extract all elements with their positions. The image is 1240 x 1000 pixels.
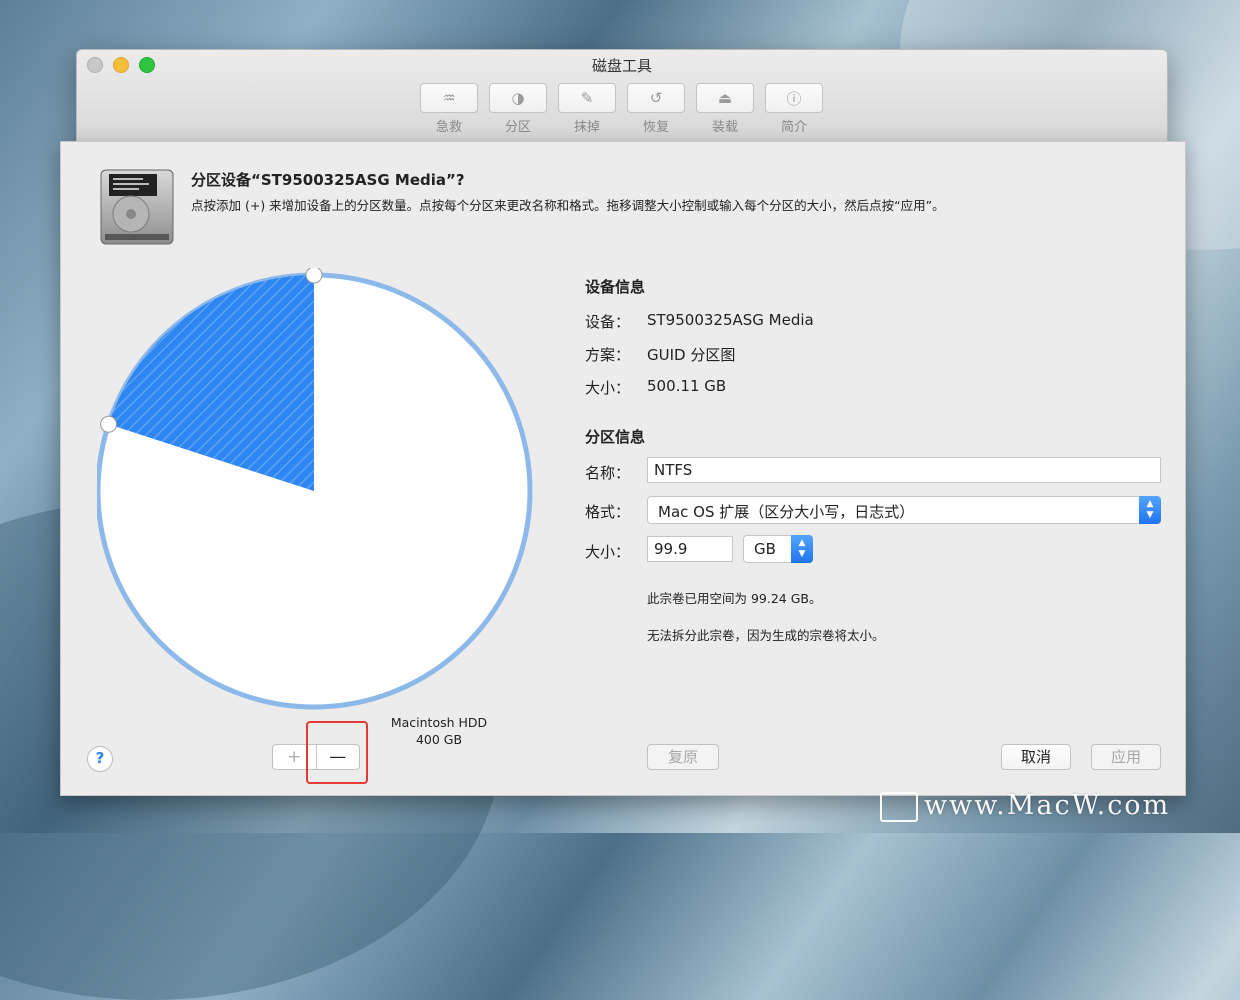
ntfs-name: NTFS [253,485,285,500]
stethoscope-icon[interactable]: ♒ [420,83,478,113]
macintosh-slice-label: Macintosh HDD 400 GB [379,714,499,748]
toolbar-label: 抹掉 [573,120,600,135]
remove-button-highlight [306,721,368,784]
macintosh-size: 400 GB [415,732,463,747]
format-select[interactable]: Mac OS 扩展（区分大小写，日志式） ▲ ▼ [647,496,1161,524]
partition-info-title: 分区信息 [585,428,646,446]
watermark-text: www.MacW.com [924,790,1171,821]
used-space-note: 此宗卷已用空间为 99.24 GB。 [647,591,822,606]
unit-value: GB [754,540,776,558]
format-row: 格式： [585,501,647,522]
device-info-title: 设备信息 [585,278,646,296]
toolbar-label: 恢复 [642,120,669,135]
apply-button[interactable]: 应用 [1091,744,1161,770]
scheme-label: 方案： [585,346,631,364]
device-row: 设备： ST9500325ASG Media [585,311,814,332]
scheme-row: 方案： GUID 分区图 [585,344,735,365]
partition-size-row: 大小： [585,541,647,562]
resize-handle-left[interactable] [100,415,118,433]
split-warning-note: 无法拆分此宗卷，因为生成的宗卷将太小。 [647,628,885,643]
toolbar-label: 装载 [711,120,738,135]
macw-logo-icon [880,791,918,822]
partition-name-input[interactable] [647,457,1161,483]
hard-disk-icon [100,169,174,245]
info-icon[interactable]: ⓘ [765,83,823,113]
toolbar-label: 分区 [504,120,531,135]
erase-icon[interactable]: ✎ [558,83,616,113]
unit-select-arrows-icon[interactable]: ▲ ▼ [791,535,813,563]
toolbar: ♒ 急救 ◑ 分区 ✎ 抹掉 ↺ 恢复 ⏏ 装载 ⓘ 简介 [420,83,823,135]
size-row: 大小： 500.11 GB [585,377,726,398]
disk-utility-window: 磁盘工具 ♒ 急救 ◑ 分区 ✎ 抹掉 ↺ 恢复 ⏏ 装载 ⓘ 简介 [76,49,1168,143]
ntfs-slice-label: NTFS 99.9 GB [231,484,307,518]
toolbar-item-stethoscope[interactable]: ♒ 急救 [420,83,478,135]
watermark: www.MacW.com [880,790,1170,822]
size-unit-select[interactable]: GB ▲ ▼ [743,535,813,563]
name-row: 名称： [585,462,647,483]
macintosh-name: Macintosh HDD [390,715,488,730]
toolbar-item-info[interactable]: ⓘ 简介 [765,83,823,135]
size-label: 大小： [585,379,631,397]
format-value: Mac OS 扩展（区分大小写，日志式） [658,503,915,521]
toolbar-item-partition[interactable]: ◑ 分区 [489,83,547,135]
size-value: 500.11 GB [647,377,727,395]
scheme-value: GUID 分区图 [647,346,736,364]
name-label: 名称： [585,464,631,482]
sheet-title: 分区设备“ST9500325ASG Media”? [191,171,465,189]
resize-handle-top[interactable] [305,266,323,284]
cancel-button[interactable]: 取消 [1001,744,1071,770]
partition-size-input[interactable] [647,536,733,562]
mount-icon[interactable]: ⏏ [696,83,754,113]
toolbar-item-mount[interactable]: ⏏ 装载 [696,83,754,135]
format-label: 格式： [585,503,631,521]
help-button[interactable]: ? [87,746,113,772]
ntfs-size: 99.9 GB [243,502,295,517]
toolbar-item-restore[interactable]: ↺ 恢复 [627,83,685,135]
toolbar-label: 急救 [435,120,462,135]
format-select-arrows-icon[interactable]: ▲ ▼ [1139,496,1161,524]
toolbar-item-erase[interactable]: ✎ 抹掉 [558,83,616,135]
device-value: ST9500325ASG Media [647,311,814,329]
restore-icon[interactable]: ↺ [627,83,685,113]
window-title: 磁盘工具 [591,57,652,75]
pie-svg[interactable] [95,266,571,713]
partition-icon[interactable]: ◑ [489,83,547,113]
revert-button[interactable]: 复原 [647,744,719,770]
toolbar-label: 简介 [780,120,807,135]
device-label: 设备： [585,313,631,331]
partition-pie-chart[interactable]: NTFS 99.9 GB Macintosh HDD 400 GB [95,266,571,747]
sheet-description: 点按添加 (+) 来增加设备上的分区数量。点按每个分区来更改名称和格式。拖移调整… [191,198,945,213]
partition-size-label: 大小： [585,543,631,561]
partition-sheet: 分区设备“ST9500325ASG Media”? 点按添加 (+) 来增加设备… [60,141,1186,796]
